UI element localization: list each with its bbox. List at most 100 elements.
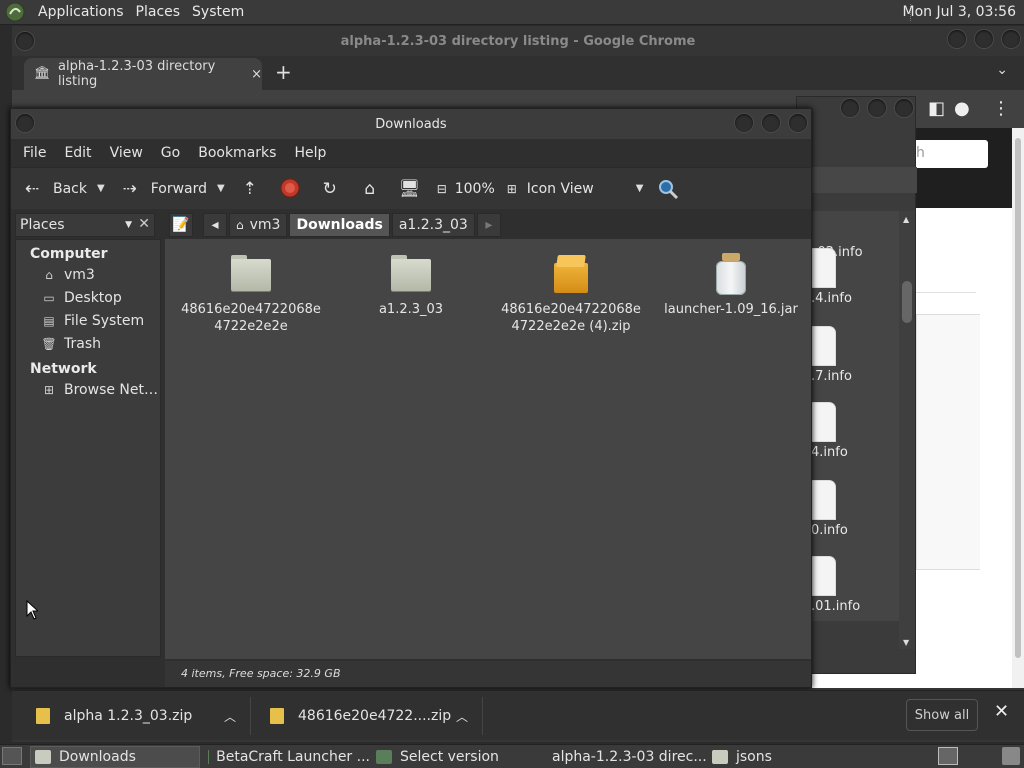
listing-scrollbar[interactable]: ▲ ▼ [899, 211, 915, 649]
tab-close-icon[interactable]: × [251, 67, 262, 82]
sidebar-item-label: vm3 [64, 266, 95, 283]
fm-window-menu-icon[interactable] [16, 114, 34, 132]
list-item[interactable]: .01.info [797, 557, 901, 627]
forward-history-dropdown-icon[interactable]: ▼ [217, 183, 225, 194]
places-menu[interactable]: Places [130, 4, 187, 20]
forward-button[interactable]: ⇢ Forward ▼ [119, 178, 231, 200]
sidepanel-icon[interactable]: ◧ [928, 98, 945, 119]
mate-logo-icon[interactable] [4, 1, 26, 23]
new-tab-icon[interactable]: + [275, 60, 292, 84]
list-item[interactable]: .4.info [797, 249, 901, 319]
up-folder-icon[interactable]: ⇡ [239, 178, 261, 200]
crumb-right-arrow-icon[interactable]: ▸ [476, 213, 501, 237]
list-item[interactable]: 0.info [797, 481, 901, 551]
back-history-dropdown-icon[interactable]: ▼ [97, 183, 105, 194]
trash-applet-icon[interactable] [1002, 747, 1020, 765]
menu-bookmarks[interactable]: Bookmarks [198, 145, 276, 161]
forward-label: Forward [150, 180, 208, 197]
download-options-chevron-icon[interactable]: ︿ [224, 708, 236, 725]
search-icon[interactable] [657, 178, 679, 200]
menu-help[interactable]: Help [294, 145, 326, 161]
task-select-version[interactable]: Select version [372, 746, 538, 768]
jar-item[interactable]: launcher-1.09_16.jar [651, 249, 811, 349]
edit-location-icon[interactable]: 📝 [169, 213, 193, 237]
show-desktop-icon[interactable] [2, 747, 22, 765]
home-folder-icon[interactable]: ⌂ [359, 178, 381, 200]
window-menu-icon[interactable] [16, 32, 34, 50]
zoom-out-icon[interactable]: ⊟ [431, 178, 453, 200]
menu-file[interactable]: File [23, 145, 46, 161]
menu-edit[interactable]: Edit [64, 145, 91, 161]
profile-avatar-icon[interactable]: ● [954, 98, 970, 119]
view-mode-dropdown-icon[interactable]: ▼ [636, 183, 644, 194]
listing-minimize-icon[interactable] [841, 99, 859, 117]
scroll-down-icon[interactable]: ▼ [903, 638, 909, 647]
close-icon[interactable] [1002, 30, 1020, 48]
listing-maximize-icon[interactable] [868, 99, 886, 117]
scroll-up-icon[interactable]: ▲ [903, 215, 909, 224]
fm-close-icon[interactable] [789, 114, 807, 132]
download-options-chevron-icon[interactable]: ︿ [456, 708, 468, 725]
crumb-left-arrow-icon[interactable]: ◂ [203, 213, 227, 237]
page-search-input[interactable]: h [908, 140, 988, 168]
close-sidebar-icon[interactable]: ✕ [138, 216, 150, 232]
zip-item[interactable]: 48616e20e4722068e4722e2e2e (4).zip [491, 249, 651, 349]
task-chrome[interactable]: alpha-1.2.3-03 direc... [540, 746, 707, 768]
sidebar-item-trash[interactable]: 🗑 Trash [16, 332, 160, 355]
sidebar-item-vm3[interactable]: ⌂ vm3 [16, 263, 160, 286]
tab-search-chevron-icon[interactable]: ⌄ [996, 62, 1008, 78]
page-scroll-thumb[interactable] [1015, 138, 1021, 658]
bottom-taskbar: Downloads BetaCraft Launcher ... Select … [0, 744, 1024, 768]
kebab-menu-icon[interactable]: ⋮ [992, 98, 1010, 119]
task-betacraft-launcher[interactable]: BetaCraft Launcher ... [204, 746, 370, 768]
download-item[interactable]: 48616e20e4722....zip ︿ [270, 701, 480, 731]
fm-titlebar[interactable]: Downloads [11, 109, 811, 139]
places-dropdown-icon[interactable]: ▼ [125, 220, 132, 230]
folder-item[interactable]: 48616e20e4722068e4722e2e2e [171, 249, 331, 349]
sidebar-item-desktop[interactable]: ▭ Desktop [16, 286, 160, 309]
folder-item[interactable]: a1.2.3_03 [331, 249, 491, 349]
listing-scroll-thumb[interactable] [902, 281, 912, 323]
listing-files: _02.info .4.info .7.info 4.info 0.info .… [797, 211, 901, 621]
reload-icon[interactable]: ↻ [319, 178, 341, 200]
list-item[interactable]: 4.info [797, 403, 901, 473]
tab-strip: 🏛 alpha-1.2.3-03 directory listing × + ⌄ [12, 56, 1024, 90]
file-manager-window: Downloads File Edit View Go Bookmarks He… [10, 108, 812, 688]
tab-directory-listing[interactable]: 🏛 alpha-1.2.3-03 directory listing × [24, 58, 262, 90]
crumb-downloads[interactable]: Downloads [289, 213, 390, 237]
show-all-button[interactable]: Show all [906, 699, 978, 731]
crumb-a1-2-3-03[interactable]: a1.2.3_03 [391, 213, 475, 237]
workspace-switcher-icon[interactable] [938, 747, 958, 765]
menu-go[interactable]: Go [161, 145, 180, 161]
zoom-in-icon[interactable]: ⊞ [501, 178, 523, 200]
close-shelf-icon[interactable]: ✕ [994, 701, 1009, 722]
fm-maximize-icon[interactable] [762, 114, 780, 132]
sidebar-item-label: Trash [64, 335, 101, 352]
applications-menu[interactable]: Applications [32, 4, 130, 20]
back-button[interactable]: ⇠ Back ▼ [21, 178, 111, 200]
archive-icon [549, 253, 593, 297]
fm-minimize-icon[interactable] [735, 114, 753, 132]
crumb-vm3[interactable]: ⌂ vm3 [229, 213, 288, 237]
stop-icon[interactable] [279, 178, 301, 200]
minimize-icon[interactable] [948, 30, 966, 48]
list-item[interactable]: .7.info [797, 327, 901, 397]
icon-view[interactable]: 48616e20e4722068e4722e2e2e a1.2.3_03 486… [165, 239, 811, 659]
computer-icon[interactable]: 🖥 [399, 178, 421, 200]
listing-close-icon[interactable] [895, 99, 913, 117]
places-selector[interactable]: Places ▼ ✕ [15, 213, 155, 237]
task-downloads[interactable]: Downloads [30, 746, 200, 768]
page-scrollbar[interactable] [1012, 128, 1024, 688]
clock[interactable]: Mon Jul 3, 03:56 [903, 4, 1016, 20]
maximize-icon[interactable] [975, 30, 993, 48]
system-menu[interactable]: System [186, 4, 250, 20]
zoom-level[interactable]: 100% [455, 181, 495, 197]
sidebar-item-browse-network[interactable]: ⊞ Browse Net… [16, 378, 160, 401]
listing-strip [797, 167, 917, 193]
chrome-titlebar[interactable]: alpha-1.2.3-03 directory listing - Googl… [12, 26, 1024, 56]
view-mode-select[interactable]: Icon View [527, 181, 594, 197]
sidebar-item-file-system[interactable]: ▤ File System [16, 309, 160, 332]
menu-view[interactable]: View [110, 145, 143, 161]
download-item[interactable]: alpha 1.2.3_03.zip ︿ [36, 701, 246, 731]
task-jsons[interactable]: jsons [708, 746, 828, 768]
